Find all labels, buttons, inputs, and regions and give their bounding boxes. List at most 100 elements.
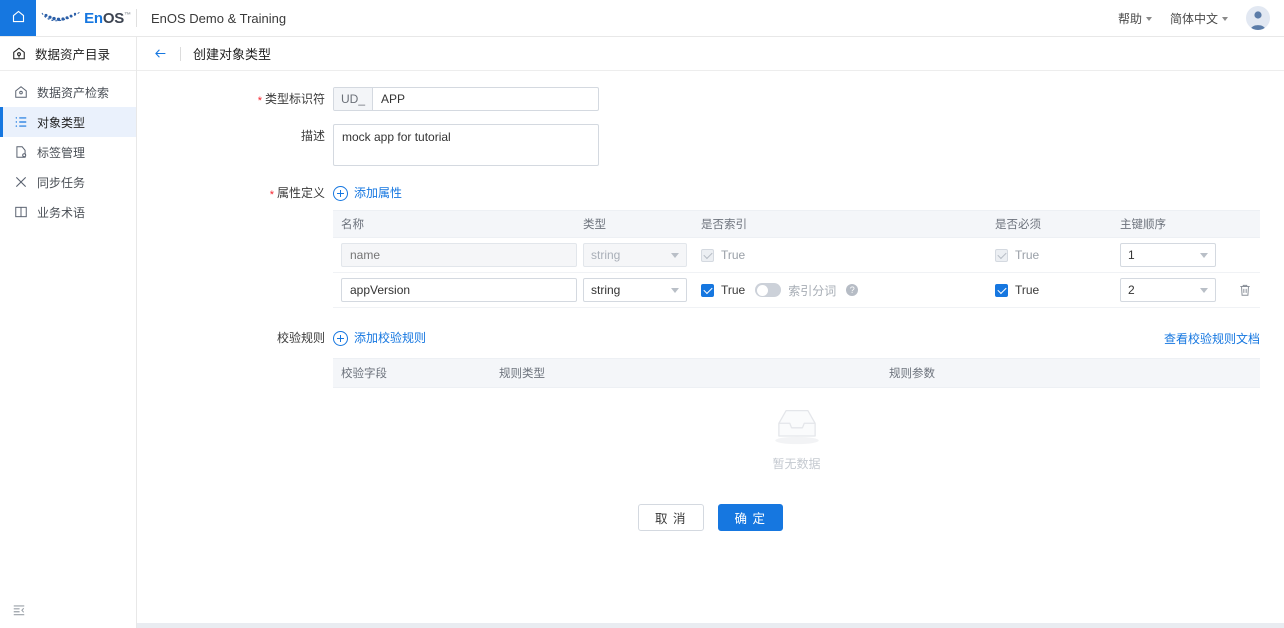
sidebar-item-business-glossary[interactable]: 业务术语	[0, 197, 136, 227]
sidebar-item-label: 同步任务	[37, 174, 85, 191]
delete-icon[interactable]	[1238, 283, 1252, 297]
column-header-key-order: 主键顺序	[1117, 216, 1229, 232]
chevron-down-icon	[671, 288, 679, 293]
app-root: EnOS™ EnOS Demo & Training 帮助 简体中文	[0, 0, 1284, 628]
sidebar-collapse-button[interactable]	[0, 594, 136, 628]
confirm-button[interactable]: 确 定	[718, 504, 783, 531]
attribute-type-select: string	[583, 243, 687, 267]
validation-rule-empty-state: 暂无数据	[333, 388, 1260, 488]
validation-rule-table-header: 校验字段 规则类型 规则参数	[333, 358, 1260, 388]
tag-icon	[14, 145, 28, 159]
column-header-required: 是否必须	[987, 216, 1117, 232]
column-header-rule-field: 校验字段	[333, 365, 499, 381]
add-validation-rule-button[interactable]: 添加校验规则	[333, 326, 426, 350]
plus-circle-icon	[333, 186, 348, 201]
brand-logo[interactable]: EnOS™	[36, 0, 136, 36]
attribute-key-order-value: 2	[1128, 283, 1135, 297]
sidebar-item-sync-task[interactable]: 同步任务	[0, 167, 136, 197]
field-type-identifier: *类型标识符 UD_	[137, 87, 1284, 112]
sidebar-list: 数据资产检索 对象类型	[0, 71, 136, 227]
header-divider	[180, 47, 181, 61]
sidebar-item-label: 数据资产检索	[37, 84, 109, 101]
attribute-required-checkbox: True	[995, 248, 1039, 262]
attribute-definition-label: *属性定义	[137, 181, 333, 206]
catalog-icon	[12, 47, 26, 61]
checkbox-box	[701, 284, 714, 297]
attribute-required-label: True	[1015, 283, 1039, 297]
home-button[interactable]	[0, 0, 36, 36]
sidebar-item-label: 对象类型	[37, 114, 85, 131]
chevron-down-icon	[1200, 288, 1208, 293]
avatar[interactable]	[1246, 6, 1270, 30]
add-attribute-label: 添加属性	[354, 181, 402, 205]
table-row: string True 索引分词	[333, 273, 1260, 308]
language-menu[interactable]: 简体中文	[1170, 10, 1228, 27]
chevron-down-icon	[1200, 253, 1208, 258]
sidebar: 数据资产目录 数据资产检索	[0, 37, 137, 628]
validation-rules-label: 校验规则	[137, 326, 333, 350]
attribute-key-order-value: 1	[1128, 248, 1135, 262]
field-description: 描述	[137, 124, 1284, 169]
type-identifier-input[interactable]	[373, 88, 598, 110]
attribute-required-checkbox[interactable]: True	[995, 283, 1039, 297]
sidebar-item-object-type[interactable]: 对象类型	[0, 107, 136, 137]
arrow-left-icon[interactable]	[153, 47, 168, 60]
checkbox-box	[701, 249, 714, 262]
topbar-spacer	[286, 0, 1118, 36]
sidebar-item-tag-management[interactable]: 标签管理	[0, 137, 136, 167]
chevron-down-icon	[1146, 17, 1152, 21]
attribute-name-input[interactable]	[341, 278, 577, 302]
attribute-tokenize-label: 索引分词	[788, 282, 836, 299]
help-menu[interactable]: 帮助	[1118, 10, 1152, 27]
add-validation-rule-label: 添加校验规则	[354, 326, 426, 350]
add-attribute-button[interactable]: 添加属性	[333, 181, 402, 205]
chevron-down-icon	[1222, 17, 1228, 21]
page-header: 创建对象类型	[137, 37, 1284, 71]
page-title: 创建对象类型	[193, 44, 271, 63]
column-header-indexed: 是否索引	[689, 216, 987, 232]
form-actions: 取 消 确 定	[137, 504, 1284, 531]
sidebar-item-data-asset-search[interactable]: 数据资产检索	[0, 77, 136, 107]
attribute-key-order-select[interactable]: 1	[1120, 243, 1216, 267]
question-circle-icon[interactable]: ?	[846, 284, 858, 296]
required-marker: *	[258, 95, 262, 107]
attribute-key-order-select[interactable]: 2	[1120, 278, 1216, 302]
menu-fold-icon	[12, 603, 26, 620]
column-header-rule-params: 规则参数	[889, 365, 1260, 381]
checkbox-box	[995, 249, 1008, 262]
column-header-type: 类型	[579, 216, 689, 232]
horizontal-scrollbar[interactable]	[137, 623, 1284, 628]
help-menu-label: 帮助	[1118, 10, 1142, 27]
search-catalog-icon	[14, 85, 28, 99]
sidebar-header: 数据资产目录	[0, 37, 136, 71]
required-marker: *	[270, 189, 274, 201]
topbar-right-group: 帮助 简体中文	[1118, 0, 1284, 36]
column-header-rule-type: 规则类型	[499, 365, 889, 381]
field-attribute-definition: *属性定义 添加属性	[137, 181, 1284, 206]
table-row: string True	[333, 238, 1260, 273]
type-identifier-label-text: 类型标识符	[265, 92, 325, 106]
attribute-table-header: 名称 类型 是否索引 是否必须 主键顺序	[333, 210, 1260, 238]
sidebar-header-label: 数据资产目录	[35, 44, 110, 63]
attribute-type-value: string	[591, 283, 620, 297]
checkbox-box	[995, 284, 1008, 297]
attribute-type-value: string	[591, 248, 620, 262]
attribute-indexed-checkbox[interactable]: True	[701, 283, 745, 297]
attribute-indexed-checkbox: True	[701, 248, 745, 262]
create-object-type-form: *类型标识符 UD_ 描述	[137, 71, 1284, 628]
attribute-required-label: True	[1015, 248, 1039, 262]
enos-swoosh-icon	[41, 10, 81, 27]
book-icon	[14, 205, 28, 219]
plus-circle-icon	[333, 331, 348, 346]
validation-rule-doc-link[interactable]: 查看校验规则文档	[1164, 330, 1260, 347]
body-row: 数据资产目录 数据资产检索	[0, 37, 1284, 628]
attribute-type-select[interactable]: string	[583, 278, 687, 302]
brand-tm: ™	[124, 12, 131, 19]
attribute-tokenize-toggle[interactable]: 索引分词	[755, 282, 836, 299]
field-validation-rules: 校验规则 添加校验规则 查看校验规则文档	[137, 326, 1284, 350]
cancel-button[interactable]: 取 消	[638, 504, 703, 531]
tenant-name: EnOS Demo & Training	[137, 0, 286, 36]
description-textarea[interactable]	[333, 124, 599, 166]
sidebar-item-label: 标签管理	[37, 144, 85, 161]
toggle-switch-icon	[755, 283, 781, 297]
